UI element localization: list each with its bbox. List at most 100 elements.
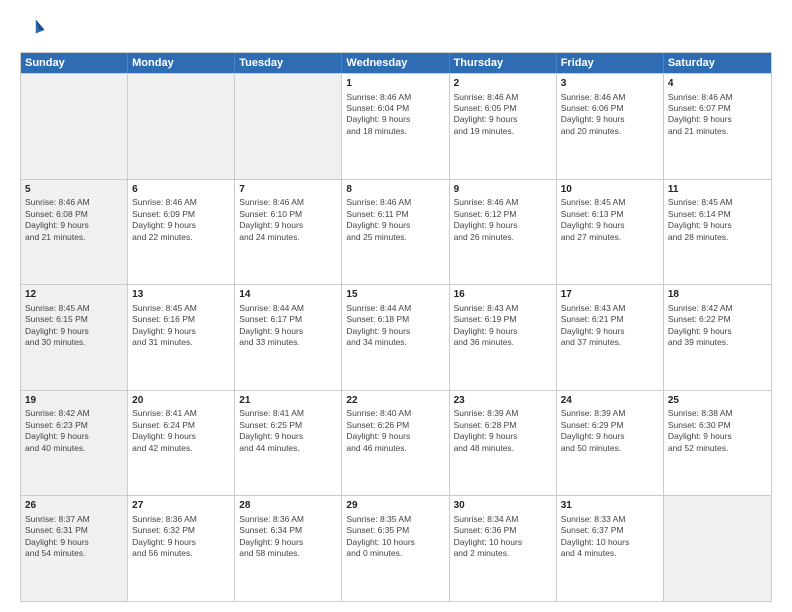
day-number: 6 bbox=[132, 183, 230, 197]
day-number: 27 bbox=[132, 499, 230, 513]
day-number: 28 bbox=[239, 499, 337, 513]
weekday-header: Sunday bbox=[21, 53, 128, 73]
weekday-header: Saturday bbox=[664, 53, 771, 73]
calendar: SundayMondayTuesdayWednesdayThursdayFrid… bbox=[20, 52, 772, 602]
calendar-day-cell: 13Sunrise: 8:45 AM Sunset: 6:16 PM Dayli… bbox=[128, 285, 235, 390]
calendar-day-cell: 31Sunrise: 8:33 AM Sunset: 6:37 PM Dayli… bbox=[557, 496, 664, 601]
day-info: Sunrise: 8:46 AM Sunset: 6:12 PM Dayligh… bbox=[454, 197, 552, 243]
day-info: Sunrise: 8:39 AM Sunset: 6:29 PM Dayligh… bbox=[561, 408, 659, 454]
calendar-day-cell: 20Sunrise: 8:41 AM Sunset: 6:24 PM Dayli… bbox=[128, 391, 235, 496]
calendar-row: 26Sunrise: 8:37 AM Sunset: 6:31 PM Dayli… bbox=[21, 495, 771, 601]
calendar-day-cell: 14Sunrise: 8:44 AM Sunset: 6:17 PM Dayli… bbox=[235, 285, 342, 390]
calendar-day-cell: 5Sunrise: 8:46 AM Sunset: 6:08 PM Daylig… bbox=[21, 180, 128, 285]
calendar-day-cell: 8Sunrise: 8:46 AM Sunset: 6:11 PM Daylig… bbox=[342, 180, 449, 285]
day-number: 5 bbox=[25, 183, 123, 197]
day-info: Sunrise: 8:42 AM Sunset: 6:22 PM Dayligh… bbox=[668, 303, 767, 349]
day-info: Sunrise: 8:41 AM Sunset: 6:25 PM Dayligh… bbox=[239, 408, 337, 454]
day-number: 7 bbox=[239, 183, 337, 197]
day-number: 11 bbox=[668, 183, 767, 197]
day-info: Sunrise: 8:45 AM Sunset: 6:13 PM Dayligh… bbox=[561, 197, 659, 243]
day-info: Sunrise: 8:43 AM Sunset: 6:21 PM Dayligh… bbox=[561, 303, 659, 349]
calendar-day-cell: 17Sunrise: 8:43 AM Sunset: 6:21 PM Dayli… bbox=[557, 285, 664, 390]
calendar-day-cell: 22Sunrise: 8:40 AM Sunset: 6:26 PM Dayli… bbox=[342, 391, 449, 496]
day-info: Sunrise: 8:44 AM Sunset: 6:17 PM Dayligh… bbox=[239, 303, 337, 349]
day-number: 19 bbox=[25, 394, 123, 408]
calendar-day-cell: 12Sunrise: 8:45 AM Sunset: 6:15 PM Dayli… bbox=[21, 285, 128, 390]
calendar-day-cell: 16Sunrise: 8:43 AM Sunset: 6:19 PM Dayli… bbox=[450, 285, 557, 390]
day-number: 13 bbox=[132, 288, 230, 302]
logo bbox=[20, 16, 52, 44]
day-info: Sunrise: 8:45 AM Sunset: 6:16 PM Dayligh… bbox=[132, 303, 230, 349]
calendar-empty-cell bbox=[21, 74, 128, 179]
day-info: Sunrise: 8:46 AM Sunset: 6:08 PM Dayligh… bbox=[25, 197, 123, 243]
day-info: Sunrise: 8:39 AM Sunset: 6:28 PM Dayligh… bbox=[454, 408, 552, 454]
day-number: 24 bbox=[561, 394, 659, 408]
calendar-day-cell: 30Sunrise: 8:34 AM Sunset: 6:36 PM Dayli… bbox=[450, 496, 557, 601]
calendar-day-cell: 29Sunrise: 8:35 AM Sunset: 6:35 PM Dayli… bbox=[342, 496, 449, 601]
calendar-day-cell: 27Sunrise: 8:36 AM Sunset: 6:32 PM Dayli… bbox=[128, 496, 235, 601]
day-number: 29 bbox=[346, 499, 444, 513]
calendar-day-cell: 6Sunrise: 8:46 AM Sunset: 6:09 PM Daylig… bbox=[128, 180, 235, 285]
calendar-day-cell: 21Sunrise: 8:41 AM Sunset: 6:25 PM Dayli… bbox=[235, 391, 342, 496]
day-number: 22 bbox=[346, 394, 444, 408]
day-info: Sunrise: 8:33 AM Sunset: 6:37 PM Dayligh… bbox=[561, 514, 659, 560]
day-info: Sunrise: 8:46 AM Sunset: 6:10 PM Dayligh… bbox=[239, 197, 337, 243]
day-info: Sunrise: 8:36 AM Sunset: 6:32 PM Dayligh… bbox=[132, 514, 230, 560]
calendar-day-cell: 9Sunrise: 8:46 AM Sunset: 6:12 PM Daylig… bbox=[450, 180, 557, 285]
calendar-row: 19Sunrise: 8:42 AM Sunset: 6:23 PM Dayli… bbox=[21, 390, 771, 496]
day-number: 2 bbox=[454, 77, 552, 91]
weekday-header: Friday bbox=[557, 53, 664, 73]
day-info: Sunrise: 8:41 AM Sunset: 6:24 PM Dayligh… bbox=[132, 408, 230, 454]
calendar-row: 12Sunrise: 8:45 AM Sunset: 6:15 PM Dayli… bbox=[21, 284, 771, 390]
day-number: 15 bbox=[346, 288, 444, 302]
day-number: 30 bbox=[454, 499, 552, 513]
day-number: 25 bbox=[668, 394, 767, 408]
logo-icon bbox=[20, 16, 48, 44]
calendar-day-cell: 11Sunrise: 8:45 AM Sunset: 6:14 PM Dayli… bbox=[664, 180, 771, 285]
day-info: Sunrise: 8:42 AM Sunset: 6:23 PM Dayligh… bbox=[25, 408, 123, 454]
calendar-row: 1Sunrise: 8:46 AM Sunset: 6:04 PM Daylig… bbox=[21, 73, 771, 179]
day-number: 20 bbox=[132, 394, 230, 408]
calendar-day-cell: 28Sunrise: 8:36 AM Sunset: 6:34 PM Dayli… bbox=[235, 496, 342, 601]
day-info: Sunrise: 8:46 AM Sunset: 6:05 PM Dayligh… bbox=[454, 92, 552, 138]
day-number: 12 bbox=[25, 288, 123, 302]
calendar-header: SundayMondayTuesdayWednesdayThursdayFrid… bbox=[21, 53, 771, 73]
day-info: Sunrise: 8:44 AM Sunset: 6:18 PM Dayligh… bbox=[346, 303, 444, 349]
weekday-header: Tuesday bbox=[235, 53, 342, 73]
day-number: 4 bbox=[668, 77, 767, 91]
calendar-day-cell: 3Sunrise: 8:46 AM Sunset: 6:06 PM Daylig… bbox=[557, 74, 664, 179]
calendar-day-cell: 25Sunrise: 8:38 AM Sunset: 6:30 PM Dayli… bbox=[664, 391, 771, 496]
header bbox=[20, 16, 772, 44]
calendar-day-cell: 2Sunrise: 8:46 AM Sunset: 6:05 PM Daylig… bbox=[450, 74, 557, 179]
day-number: 21 bbox=[239, 394, 337, 408]
day-number: 1 bbox=[346, 77, 444, 91]
day-number: 8 bbox=[346, 183, 444, 197]
day-info: Sunrise: 8:43 AM Sunset: 6:19 PM Dayligh… bbox=[454, 303, 552, 349]
day-info: Sunrise: 8:45 AM Sunset: 6:15 PM Dayligh… bbox=[25, 303, 123, 349]
day-number: 16 bbox=[454, 288, 552, 302]
day-info: Sunrise: 8:38 AM Sunset: 6:30 PM Dayligh… bbox=[668, 408, 767, 454]
day-info: Sunrise: 8:35 AM Sunset: 6:35 PM Dayligh… bbox=[346, 514, 444, 560]
day-info: Sunrise: 8:34 AM Sunset: 6:36 PM Dayligh… bbox=[454, 514, 552, 560]
calendar-day-cell: 10Sunrise: 8:45 AM Sunset: 6:13 PM Dayli… bbox=[557, 180, 664, 285]
page: SundayMondayTuesdayWednesdayThursdayFrid… bbox=[0, 0, 792, 612]
day-number: 17 bbox=[561, 288, 659, 302]
calendar-body: 1Sunrise: 8:46 AM Sunset: 6:04 PM Daylig… bbox=[21, 73, 771, 601]
calendar-row: 5Sunrise: 8:46 AM Sunset: 6:08 PM Daylig… bbox=[21, 179, 771, 285]
calendar-day-cell: 1Sunrise: 8:46 AM Sunset: 6:04 PM Daylig… bbox=[342, 74, 449, 179]
calendar-day-cell: 7Sunrise: 8:46 AM Sunset: 6:10 PM Daylig… bbox=[235, 180, 342, 285]
day-number: 31 bbox=[561, 499, 659, 513]
day-info: Sunrise: 8:36 AM Sunset: 6:34 PM Dayligh… bbox=[239, 514, 337, 560]
calendar-day-cell: 18Sunrise: 8:42 AM Sunset: 6:22 PM Dayli… bbox=[664, 285, 771, 390]
day-info: Sunrise: 8:46 AM Sunset: 6:11 PM Dayligh… bbox=[346, 197, 444, 243]
day-info: Sunrise: 8:46 AM Sunset: 6:06 PM Dayligh… bbox=[561, 92, 659, 138]
day-number: 14 bbox=[239, 288, 337, 302]
weekday-header: Wednesday bbox=[342, 53, 449, 73]
calendar-empty-cell bbox=[664, 496, 771, 601]
calendar-day-cell: 23Sunrise: 8:39 AM Sunset: 6:28 PM Dayli… bbox=[450, 391, 557, 496]
calendar-day-cell: 26Sunrise: 8:37 AM Sunset: 6:31 PM Dayli… bbox=[21, 496, 128, 601]
day-info: Sunrise: 8:46 AM Sunset: 6:07 PM Dayligh… bbox=[668, 92, 767, 138]
day-info: Sunrise: 8:40 AM Sunset: 6:26 PM Dayligh… bbox=[346, 408, 444, 454]
day-number: 3 bbox=[561, 77, 659, 91]
day-number: 18 bbox=[668, 288, 767, 302]
